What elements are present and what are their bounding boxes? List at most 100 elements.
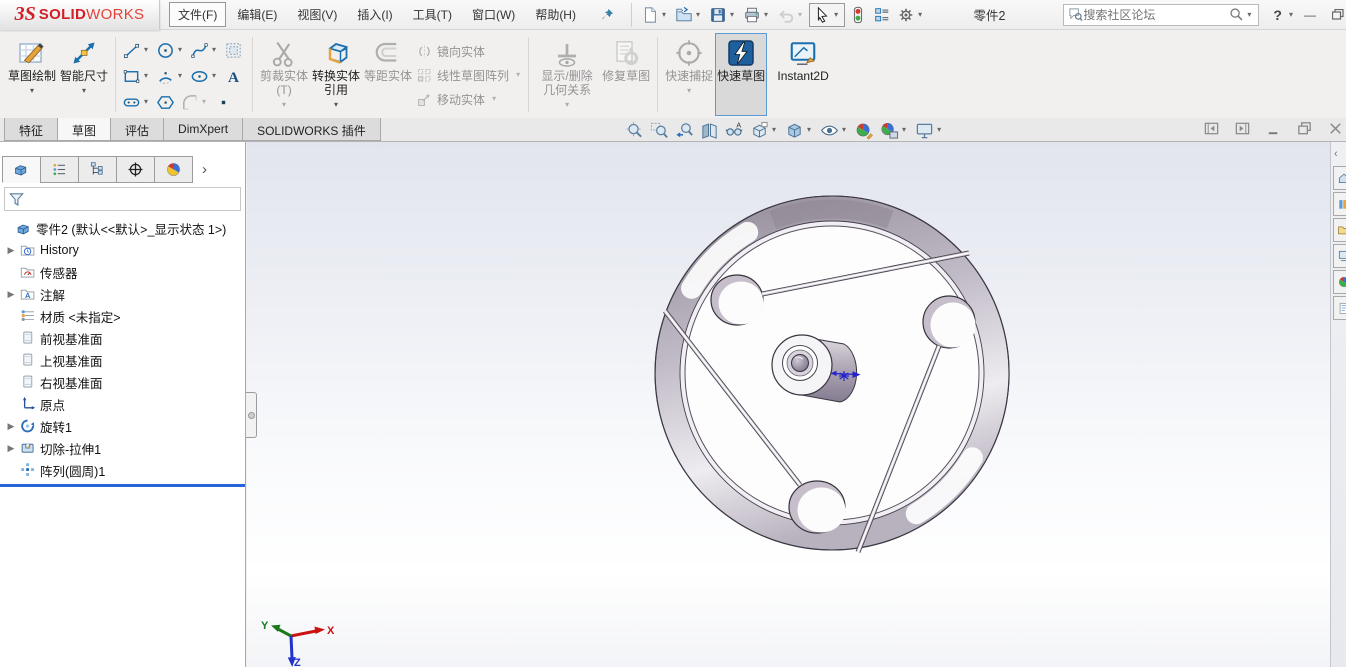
tab-特征[interactable]: 特征 <box>4 118 58 141</box>
taskpane-tab-view-palette[interactable] <box>1333 244 1346 268</box>
new-document-button[interactable]: ▾ <box>639 4 671 26</box>
ribbon-rectangle-button[interactable]: ▾ <box>121 66 152 87</box>
dropdown-icon[interactable]: ▾ <box>772 126 776 134</box>
ribbon-point-button[interactable] <box>213 92 234 113</box>
dropdown-icon[interactable]: ▾ <box>30 86 34 96</box>
view-settings-button[interactable]: ▾ <box>915 121 944 140</box>
ribbon-polygon-button[interactable] <box>155 92 176 113</box>
ribbon-spline-button[interactable]: ▾ <box>189 40 220 61</box>
search-dropdown-icon[interactable]: ▾ <box>1247 11 1251 19</box>
collapse-left-button[interactable] <box>1203 120 1220 137</box>
ribbon-instant2d-button[interactable]: Instant2D <box>767 33 839 116</box>
menu-6[interactable]: 窗口(W) <box>463 2 524 27</box>
select-cursor-button[interactable]: ▾ <box>809 3 845 27</box>
ribbon-offset-button[interactable]: 等距实体 <box>362 33 414 116</box>
dropdown-icon[interactable]: ▾ <box>918 11 922 19</box>
splitter-collapse-dot[interactable] <box>248 412 255 419</box>
ribbon-mirror-button[interactable]: 镜向实体 <box>416 39 523 63</box>
view-orientation-button[interactable]: ▾ <box>750 121 779 140</box>
ribbon-linear-pattern-button[interactable]: 线性草图阵列▾ <box>416 63 523 87</box>
ribbon-repair-button[interactable]: 修复草图 <box>600 33 652 116</box>
tree-item-plane[interactable]: 上视基准面 <box>0 349 245 371</box>
panel-tab-configurationmanager[interactable] <box>78 156 117 183</box>
settings-gear-button[interactable]: ▾ <box>895 4 927 26</box>
tree-item-history[interactable]: ▶History <box>0 239 245 261</box>
panel-splitter-handle[interactable] <box>246 392 257 438</box>
ribbon-text-button[interactable]: A <box>223 66 244 87</box>
zoom-area-button[interactable] <box>650 121 669 140</box>
dropdown-icon[interactable]: ▾ <box>82 86 86 96</box>
help-button[interactable]: ? <box>1273 7 1282 23</box>
ribbon-quick-snap-button[interactable]: 快速捕捉▾ <box>663 33 715 116</box>
annotation-glasses-button[interactable]: A <box>725 121 744 140</box>
expand-arrow-icon[interactable]: ▶ <box>4 245 18 256</box>
tree-item-circular-pattern[interactable]: 阵列(圆周)1 <box>0 459 245 481</box>
edit-appearance-button[interactable] <box>855 121 874 140</box>
tree-item-material[interactable]: 材质 <未指定> <box>0 305 245 327</box>
search-magnifier-icon[interactable] <box>1229 7 1244 22</box>
ribbon-convert-button[interactable]: 转换实体引用▾ <box>310 33 362 116</box>
dropdown-icon[interactable]: ▾ <box>937 126 941 134</box>
model-hole-right[interactable] <box>923 296 976 348</box>
ribbon-slot-button[interactable]: ▾ <box>121 92 152 113</box>
restore-button[interactable] <box>1324 9 1346 20</box>
model-hole-top-left[interactable] <box>711 275 764 325</box>
dropdown-icon[interactable]: ▾ <box>144 98 148 106</box>
tab-草图[interactable]: 草图 <box>57 118 111 141</box>
dropdown-icon[interactable]: ▾ <box>516 71 520 79</box>
dropdown-icon[interactable]: ▾ <box>902 126 906 134</box>
dropdown-icon[interactable]: ▾ <box>202 98 206 106</box>
dropdown-icon[interactable]: ▾ <box>764 11 768 19</box>
dropdown-icon[interactable]: ▾ <box>662 11 666 19</box>
close-button[interactable] <box>1327 120 1344 137</box>
expand-arrow-icon[interactable]: ▶ <box>4 421 18 432</box>
undo-button[interactable]: ▾ <box>775 4 807 26</box>
rollback-bar[interactable] <box>0 484 245 487</box>
save-document-button[interactable]: ▾ <box>707 4 739 26</box>
menu-4[interactable]: 插入(I) <box>348 2 401 27</box>
print-document-button[interactable]: ▾ <box>741 4 773 26</box>
dropdown-icon[interactable]: ▾ <box>565 100 569 110</box>
dropdown-icon[interactable]: ▾ <box>144 72 148 80</box>
tree-item-plane[interactable]: 右视基准面 <box>0 371 245 393</box>
menu-5[interactable]: 工具(T) <box>404 2 461 27</box>
menu-7[interactable]: 帮助(H) <box>526 2 585 27</box>
previous-view-button[interactable] <box>675 121 694 140</box>
dropdown-icon[interactable]: ▾ <box>212 46 216 54</box>
panel-tab-propertymanager[interactable] <box>40 156 79 183</box>
dropdown-icon[interactable]: ▾ <box>730 11 734 19</box>
tree-item-root[interactable]: 零件2 (默认<<默认>_显示状态 1>) <box>0 217 245 239</box>
tab-评估[interactable]: 评估 <box>110 118 164 141</box>
dropdown-icon[interactable]: ▾ <box>687 86 691 96</box>
ribbon-line-button[interactable]: ▾ <box>121 40 152 61</box>
tree-item-sensors[interactable]: 传感器 <box>0 261 245 283</box>
taskpane-tab-custom-properties[interactable] <box>1333 296 1346 320</box>
ribbon-move-button[interactable]: 移动实体▾ <box>416 87 523 111</box>
dropdown-icon[interactable]: ▾ <box>842 126 846 134</box>
menu-1[interactable]: 文件(F) <box>169 2 226 27</box>
ribbon-quick-sketch-button[interactable]: 快速草图 <box>715 33 767 116</box>
dropdown-icon[interactable]: ▾ <box>178 72 182 80</box>
taskpane-tab-design-library[interactable] <box>1333 192 1346 216</box>
tab-SOLIDWORKS 插件[interactable]: SOLIDWORKS 插件 <box>242 118 381 141</box>
dropdown-icon[interactable]: ▾ <box>212 72 216 80</box>
taskpane-tab-appearances[interactable] <box>1333 270 1346 294</box>
hide-show-items-button[interactable]: ▾ <box>820 121 849 140</box>
section-view-button[interactable] <box>700 121 719 140</box>
minimize-button[interactable] <box>1265 120 1282 137</box>
menu-3[interactable]: 视图(V) <box>288 2 346 27</box>
rebuild-traffic-light-button[interactable] <box>847 4 869 26</box>
model-3d-view[interactable]: X Y Z <box>247 142 1330 667</box>
restore-button[interactable] <box>1296 120 1313 137</box>
taskpane-tab-file-explorer[interactable] <box>1333 218 1346 242</box>
tree-item-cut-extrude[interactable]: ▶切除-拉伸1 <box>0 437 245 459</box>
dropdown-icon[interactable]: ▾ <box>807 126 811 134</box>
dropdown-icon[interactable]: ▾ <box>144 46 148 54</box>
model-hole-bottom[interactable] <box>789 481 846 533</box>
ribbon-trim-button[interactable]: 剪裁实体(T)▾ <box>258 33 310 116</box>
ribbon-sketch-picture-button[interactable] <box>223 40 244 61</box>
panel-tab-featuremanager[interactable] <box>2 156 41 183</box>
dropdown-icon[interactable]: ▾ <box>696 11 700 19</box>
dropdown-icon[interactable]: ▾ <box>492 95 496 103</box>
help-dropdown-icon[interactable]: ▾ <box>1289 11 1293 19</box>
